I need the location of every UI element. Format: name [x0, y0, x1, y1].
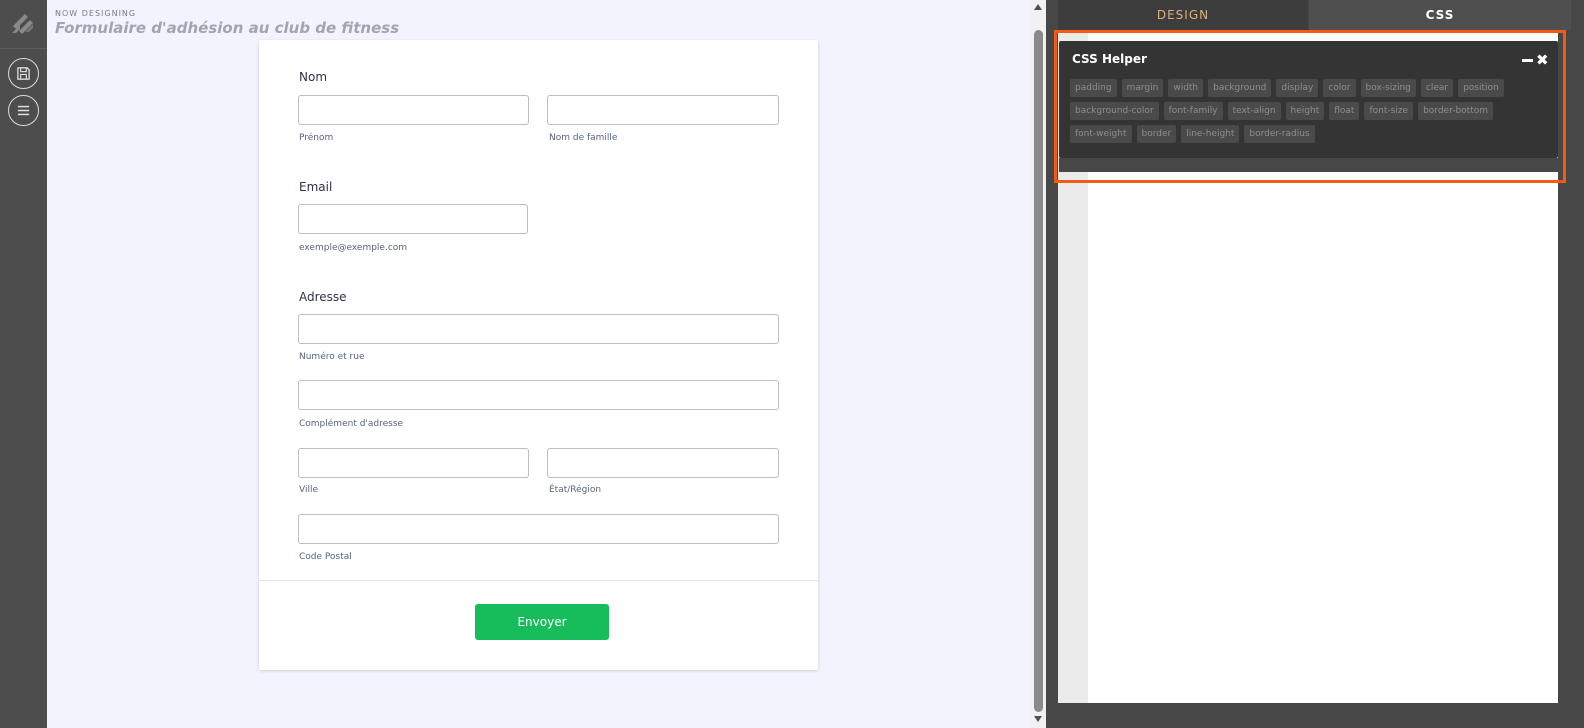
street2-sublabel: Complément d'adresse [299, 419, 404, 429]
css-property-tag[interactable]: background-color [1070, 102, 1159, 120]
minimize-icon[interactable] [1522, 59, 1533, 62]
save-button[interactable] [8, 58, 39, 89]
form-title[interactable]: Formulaire d'adhésion au club de fitness [55, 19, 399, 37]
scroll-down-icon[interactable] [1034, 716, 1042, 722]
state-input[interactable] [547, 448, 779, 478]
css-property-tag[interactable]: border-bottom [1418, 102, 1493, 120]
canvas-scrollbar[interactable] [1031, 0, 1046, 728]
form-card: Nom Prénom Nom de famille Email exemple@… [259, 40, 818, 670]
css-property-tag[interactable]: clear [1420, 79, 1454, 97]
city-sublabel: Ville [299, 485, 318, 495]
zip-sublabel: Code Postal [299, 552, 352, 562]
css-property-tag[interactable]: background [1208, 79, 1272, 97]
street2-input[interactable] [298, 380, 779, 410]
scroll-up-icon[interactable] [1034, 4, 1042, 10]
tab-design[interactable]: DESIGN [1058, 0, 1308, 30]
last-name-input[interactable] [547, 95, 779, 125]
css-property-tag[interactable]: margin [1121, 79, 1164, 97]
css-property-tag[interactable]: text-align [1227, 102, 1281, 120]
tab-css[interactable]: CSS [1309, 0, 1571, 30]
css-property-tag[interactable]: box-sizing [1360, 79, 1416, 97]
css-property-tag[interactable]: position [1458, 79, 1504, 97]
css-property-tag[interactable]: height [1285, 102, 1325, 120]
css-property-tag[interactable]: padding [1070, 79, 1117, 97]
first-name-input[interactable] [298, 95, 529, 125]
menu-icon [17, 105, 30, 116]
css-property-tag[interactable]: border [1136, 125, 1177, 143]
css-property-tag[interactable]: display [1276, 79, 1319, 97]
first-name-sublabel: Prénom [299, 133, 334, 143]
email-input[interactable] [298, 204, 528, 234]
name-label: Nom [299, 70, 328, 84]
zip-input[interactable] [298, 514, 779, 544]
css-property-tag[interactable]: line-height [1181, 125, 1240, 143]
sidebar-divider [0, 48, 47, 49]
menu-button[interactable] [8, 95, 39, 126]
css-helper-footer [1059, 158, 1558, 172]
css-property-tag[interactable]: font-weight [1070, 125, 1132, 143]
css-property-tag[interactable]: width [1168, 79, 1204, 97]
submit-button[interactable]: Envoyer [475, 604, 609, 640]
state-sublabel: État/Région [549, 485, 602, 495]
email-sublabel: exemple@exemple.com [299, 243, 408, 253]
css-property-tag[interactable]: color [1323, 79, 1356, 97]
save-icon [17, 67, 30, 80]
css-property-tag[interactable]: font-family [1163, 102, 1223, 120]
now-designing-label: NOW DESIGNING [55, 9, 137, 18]
css-helper-title: CSS Helper [1072, 52, 1147, 66]
address-label: Adresse [299, 290, 347, 304]
email-label: Email [299, 180, 333, 194]
street-input[interactable] [298, 314, 779, 344]
close-icon[interactable]: ✖ [1536, 50, 1549, 70]
last-name-sublabel: Nom de famille [549, 133, 618, 143]
street-sublabel: Numéro et rue [299, 352, 365, 362]
css-property-tag[interactable]: font-size [1364, 102, 1414, 120]
left-sidebar [0, 0, 47, 728]
css-property-list: padding margin width background display … [1070, 79, 1548, 143]
scroll-thumb[interactable] [1034, 30, 1043, 712]
city-input[interactable] [298, 448, 529, 478]
css-property-tag[interactable]: border-radius [1244, 125, 1315, 143]
css-helper: CSS Helper ✖ padding margin width backgr… [1059, 41, 1558, 158]
jotform-logo-icon[interactable] [9, 10, 37, 38]
card-divider [259, 580, 818, 581]
css-property-tag[interactable]: float [1329, 102, 1360, 120]
